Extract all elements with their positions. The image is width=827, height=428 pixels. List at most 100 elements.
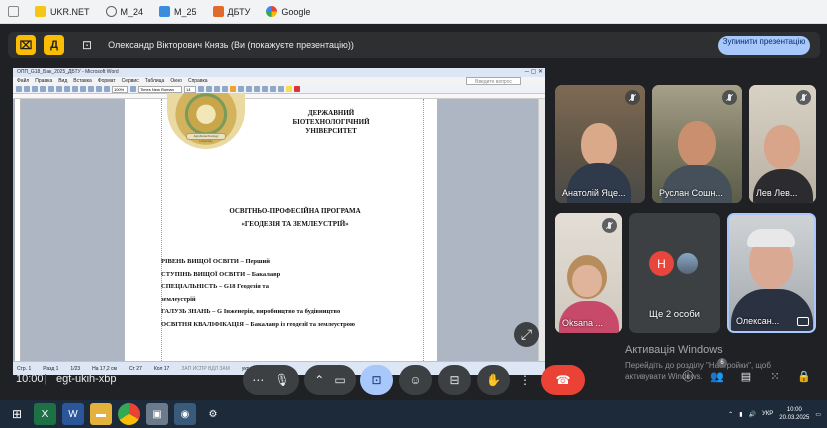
reactions-button[interactable]: ☺ [399, 365, 432, 395]
bookmark-m24[interactable]: M_24 [105, 6, 143, 17]
document-icon[interactable]: Д [44, 35, 64, 55]
mic-button[interactable]: ⋯ 🎙 [243, 365, 299, 395]
bookmark-apps[interactable] [8, 6, 19, 17]
copy-icon[interactable] [72, 86, 78, 92]
university-title: ДЕРЖАВНИЙ БІОТЕХНОЛОГІЧНИЙ УНІВЕРСИТЕТ [292, 109, 370, 135]
menu-view[interactable]: Вид [58, 77, 67, 85]
bookmark-google[interactable]: Google [266, 6, 310, 17]
cut-icon[interactable] [64, 86, 70, 92]
activities-icon[interactable]: ⁙ [768, 370, 782, 384]
present-button[interactable]: ⊡ [360, 365, 393, 395]
start-icon[interactable]: ⊞ [6, 403, 28, 425]
numbering-icon[interactable] [254, 86, 260, 92]
align-right-icon[interactable] [238, 86, 244, 92]
hide-self-view-icon[interactable]: ⌧ [16, 35, 36, 55]
fullscreen-button[interactable]: ⤢ [514, 322, 539, 347]
spell-icon[interactable] [56, 86, 62, 92]
font-color-icon[interactable] [294, 86, 300, 92]
paste-icon[interactable] [80, 86, 86, 92]
muted-mic-icon [796, 90, 811, 105]
menu-format[interactable]: Формат [98, 77, 116, 85]
folder-icon[interactable]: ▬ [90, 403, 112, 425]
menu-window[interactable]: Окно [170, 77, 182, 85]
redo-icon[interactable] [96, 86, 102, 92]
size-select[interactable]: 14 [184, 85, 196, 93]
settings-icon[interactable]: ⚙ [202, 403, 224, 425]
zoom-select[interactable]: 100% [112, 85, 128, 93]
italic-icon[interactable] [206, 86, 212, 92]
people-icon[interactable]: 👥 [710, 370, 724, 384]
align-center-icon[interactable] [230, 86, 236, 92]
preview-icon[interactable] [48, 86, 54, 92]
meet-app-icon[interactable]: ◉ [174, 403, 196, 425]
detail-line: РІВЕНЬ ВИЩОЇ ОСВІТИ – Перший [161, 258, 271, 265]
word-icon[interactable]: W [62, 403, 84, 425]
leave-call-button[interactable]: ☎ [541, 365, 585, 395]
meeting-code: egt-ukih-xbp [56, 373, 117, 385]
participant-tile[interactable]: Oksana ... [555, 213, 622, 333]
underline-icon[interactable] [214, 86, 220, 92]
border-icon[interactable] [278, 86, 284, 92]
emoji-icon: ☺ [409, 373, 422, 387]
print-icon[interactable] [40, 86, 46, 92]
open-icon[interactable] [24, 86, 30, 92]
align-left-icon[interactable] [222, 86, 228, 92]
highlight-icon[interactable] [286, 86, 292, 92]
window-controls[interactable]: ─ ▢ ✕ [525, 68, 543, 77]
detail-line: СТУПІНЬ ВИЩОЇ ОСВІТИ – Бакалавр [161, 270, 281, 278]
new-icon[interactable] [16, 86, 22, 92]
program-title: ОСВІТНЬО-ПРОФЕСІЙНА ПРОГРАМА «ГЕОДЕЗІЯ Т… [229, 207, 361, 228]
battery-icon[interactable]: ▮ [739, 411, 742, 418]
menu-insert[interactable]: Вставка [73, 77, 92, 85]
captions-button[interactable]: ⊟ [438, 365, 471, 395]
menu-table[interactable]: Таблица [145, 77, 165, 85]
menu-help[interactable]: Справка [188, 77, 208, 85]
document-page[interactable]: Agrobiotechnology University ДЕРЖАВНИЙ Б… [125, 93, 437, 361]
vertical-scrollbar[interactable] [538, 99, 545, 361]
host-controls-icon[interactable]: 🔒 [797, 370, 811, 384]
camera-button[interactable]: ⌃ ▭ [304, 365, 356, 395]
chrome-icon[interactable] [118, 403, 140, 425]
participant-tile[interactable]: Руслан Сошн... [652, 85, 742, 203]
font-select[interactable]: Times New Roman [138, 85, 182, 93]
avatar: Н [649, 251, 674, 276]
windows-taskbar: ⊞ X W ▬ ▣ ◉ ⚙ ⌃ ▮ 🔊 УКР 10:00 20.03.2025… [0, 400, 827, 428]
participant-tile-self[interactable]: Олексан... [727, 213, 816, 333]
more-vert-icon: ⋮ [519, 373, 531, 387]
chevron-up-icon[interactable]: ⌃ [728, 411, 733, 418]
search-box[interactable]: Введите вопрос [466, 77, 521, 85]
indent-icon[interactable] [270, 86, 276, 92]
notifications-icon[interactable]: ▭ [815, 411, 821, 418]
program-details: РІВЕНЬ ВИЩОЇ ОСВІТИ – Перший СТУПІНЬ ВИЩ… [161, 256, 431, 332]
bookmark-dbtu[interactable]: ДБТУ [212, 6, 250, 17]
save-icon[interactable] [32, 86, 38, 92]
clock[interactable]: 10:00 20.03.2025 [779, 406, 809, 422]
word-menu: Файл Правка Вид Вставка Формат Сервис Та… [13, 77, 545, 85]
volume-icon[interactable]: 🔊 [749, 411, 756, 418]
bullets-icon[interactable] [262, 86, 268, 92]
undo-icon[interactable] [88, 86, 94, 92]
excel-icon[interactable]: X [34, 403, 56, 425]
justify-icon[interactable] [246, 86, 252, 92]
table-icon[interactable] [104, 86, 110, 92]
bookmark-m25[interactable]: M_25 [159, 6, 197, 17]
bold-icon[interactable] [198, 86, 204, 92]
chat-icon[interactable]: ▤ [739, 370, 753, 384]
bookmarks-bar: UKR.NET M_24 M_25 ДБТУ Google [0, 0, 827, 24]
menu-file[interactable]: Файл [17, 77, 29, 85]
stop-presenting-button[interactable]: Зупинити презентацію [718, 36, 810, 55]
participant-tile[interactable]: Анатолій Яце... [555, 85, 645, 203]
participant-tile-others[interactable]: Н Ще 2 особи [629, 213, 720, 333]
participant-tile[interactable]: Лев Лев... [749, 85, 816, 203]
pip-icon[interactable] [797, 317, 809, 326]
app-icon[interactable]: ▣ [146, 403, 168, 425]
help-icon[interactable] [130, 86, 136, 92]
meet-window: ⌧ Д ⊡ Олександр Вікторович Князь (Ви (по… [0, 24, 827, 400]
raise-hand-button[interactable]: ✋ [477, 365, 510, 395]
bookmark-ukrnet[interactable]: UKR.NET [35, 6, 90, 17]
more-options-button[interactable]: ⋮ [516, 365, 534, 395]
menu-edit[interactable]: Правка [35, 77, 52, 85]
info-icon[interactable]: ⓘ [681, 370, 695, 384]
menu-service[interactable]: Сервис [122, 77, 139, 85]
keyboard-language[interactable]: УКР [762, 411, 773, 417]
